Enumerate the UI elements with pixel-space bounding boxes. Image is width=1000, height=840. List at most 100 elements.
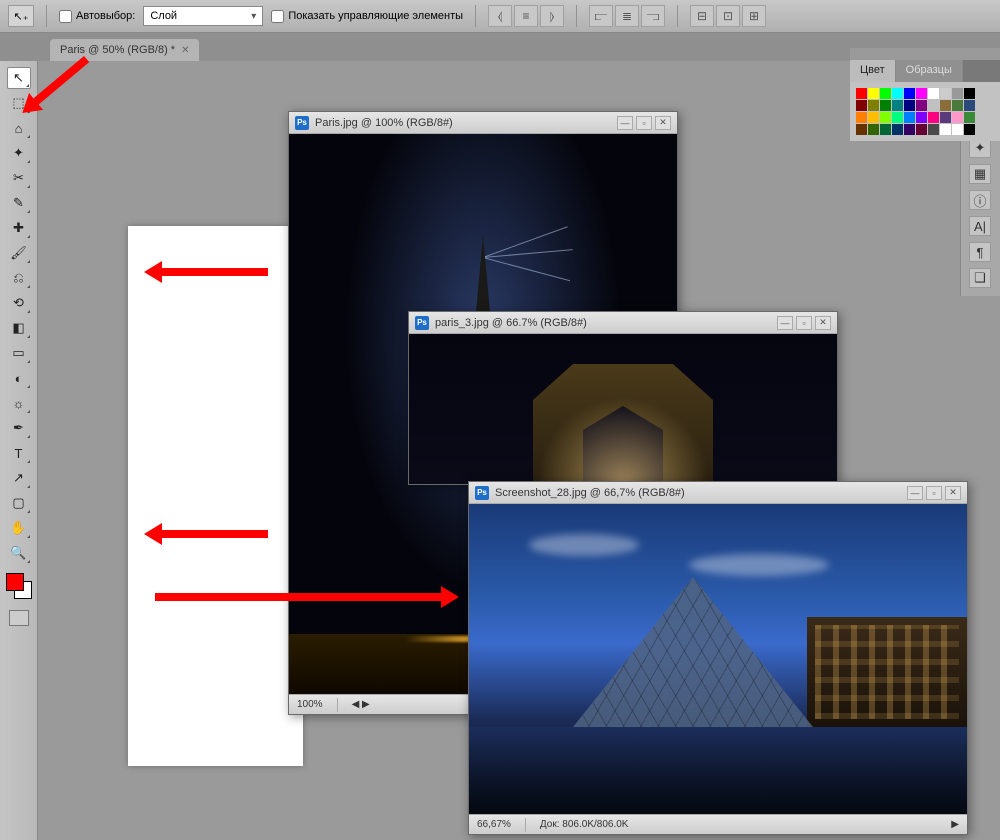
floating-window-paris3[interactable]: Ps paris_3.jpg @ 66.7% (RGB/8#) — ▫ ✕ xyxy=(408,311,838,485)
swatch[interactable] xyxy=(856,124,867,135)
swatch[interactable] xyxy=(868,112,879,123)
canvas-area[interactable]: Ps Paris.jpg @ 100% (RGB/8#) — ▫ ✕ xyxy=(38,61,1000,840)
swatch[interactable] xyxy=(904,112,915,123)
maximize-icon[interactable]: ▫ xyxy=(636,116,652,130)
distribute-v-icon[interactable]: ⊡ xyxy=(716,5,740,27)
swatch[interactable] xyxy=(904,100,915,111)
floating-window-screenshot28[interactable]: Ps Screenshot_28.jpg @ 66,7% (RGB/8#) — … xyxy=(468,481,968,835)
character-icon[interactable]: A| xyxy=(969,216,991,236)
layers-icon[interactable]: ❏ xyxy=(969,268,991,288)
swatch[interactable] xyxy=(940,100,951,111)
quick-mask-toggle[interactable] xyxy=(9,610,29,626)
swatch[interactable] xyxy=(892,100,903,111)
scroll-icon[interactable]: ▶ xyxy=(951,819,959,830)
swatch[interactable] xyxy=(916,112,927,123)
swatch[interactable] xyxy=(952,100,963,111)
minimize-icon[interactable]: — xyxy=(907,486,923,500)
align-vcenter-icon[interactable]: ≡ xyxy=(514,5,538,27)
swatch[interactable] xyxy=(916,88,927,99)
swatch[interactable] xyxy=(880,124,891,135)
align-bottom-icon[interactable]: ⦊ xyxy=(540,5,564,27)
align-left-icon[interactable]: ⫍ xyxy=(589,5,613,27)
swatch[interactable] xyxy=(940,112,951,123)
info-icon[interactable]: ⓘ xyxy=(969,190,991,210)
minimize-icon[interactable]: — xyxy=(777,316,793,330)
swatch[interactable] xyxy=(964,100,975,111)
swatch[interactable] xyxy=(964,124,975,135)
swatch[interactable] xyxy=(868,88,879,99)
zoom-level[interactable]: 66,67% xyxy=(477,819,511,830)
swatch[interactable] xyxy=(916,100,927,111)
show-controls-input[interactable] xyxy=(271,10,284,23)
swatch[interactable] xyxy=(856,100,867,111)
foreground-color-swatch[interactable] xyxy=(6,573,24,591)
swatch[interactable] xyxy=(952,124,963,135)
rectangle-tool[interactable]: ▢ xyxy=(7,492,31,514)
window-titlebar[interactable]: Ps paris_3.jpg @ 66.7% (RGB/8#) — ▫ ✕ xyxy=(409,312,837,334)
maximize-icon[interactable]: ▫ xyxy=(926,486,942,500)
blank-document[interactable] xyxy=(128,226,303,766)
swatch[interactable] xyxy=(904,124,915,135)
close-icon[interactable]: ✕ xyxy=(945,486,961,500)
swatch[interactable] xyxy=(868,124,879,135)
type-tool[interactable]: T xyxy=(7,442,31,464)
maximize-icon[interactable]: ▫ xyxy=(796,316,812,330)
swatch[interactable] xyxy=(856,88,867,99)
move-tool[interactable]: ↖ xyxy=(7,67,31,89)
distribute-h-icon[interactable]: ⊟ xyxy=(690,5,714,27)
swatch[interactable] xyxy=(940,124,951,135)
magic-wand-tool[interactable]: ✦ xyxy=(7,142,31,164)
swatch[interactable] xyxy=(856,112,867,123)
layer-dropdown[interactable]: Слой xyxy=(143,6,263,26)
tab-swatches[interactable]: Образцы xyxy=(896,60,963,82)
minimize-icon[interactable]: — xyxy=(617,116,633,130)
swatch[interactable] xyxy=(904,88,915,99)
fg-bg-color[interactable] xyxy=(6,573,32,599)
swatch[interactable] xyxy=(964,112,975,123)
auto-select-input[interactable] xyxy=(59,10,72,23)
swatch[interactable] xyxy=(892,124,903,135)
close-icon[interactable]: ✕ xyxy=(815,316,831,330)
swatch[interactable] xyxy=(916,124,927,135)
swatch[interactable] xyxy=(928,112,939,123)
eyedropper-tool[interactable]: ✎ xyxy=(7,192,31,214)
path-selection-tool[interactable]: ↗ xyxy=(7,467,31,489)
auto-align-icon[interactable]: ⊞ xyxy=(742,5,766,27)
zoom-level[interactable]: 100% xyxy=(297,699,323,710)
close-icon[interactable]: ✕ xyxy=(655,116,671,130)
auto-select-checkbox[interactable]: Автовыбор: xyxy=(59,10,135,23)
swatch[interactable] xyxy=(928,124,939,135)
clone-stamp-tool[interactable]: ⎌ xyxy=(7,267,31,289)
swatch[interactable] xyxy=(868,100,879,111)
document-tab[interactable]: Paris @ 50% (RGB/8) * ✕ xyxy=(50,39,199,61)
hand-tool[interactable]: ✋ xyxy=(7,517,31,539)
crop-tool[interactable]: ✂ xyxy=(7,167,31,189)
swatch[interactable] xyxy=(952,88,963,99)
blur-tool[interactable]: ◐ xyxy=(7,367,31,389)
swatch[interactable] xyxy=(952,112,963,123)
swatch[interactable] xyxy=(892,112,903,123)
adjustments-icon[interactable]: ▦ xyxy=(969,164,991,184)
healing-brush-tool[interactable]: ✚ xyxy=(7,217,31,239)
styles-icon[interactable]: ✦ xyxy=(969,138,991,158)
swatch[interactable] xyxy=(964,88,975,99)
pen-tool[interactable]: ✒ xyxy=(7,417,31,439)
swatch[interactable] xyxy=(880,100,891,111)
align-hcenter-icon[interactable]: ≣ xyxy=(615,5,639,27)
history-brush-tool[interactable]: ⟲ xyxy=(7,292,31,314)
swatch[interactable] xyxy=(928,100,939,111)
window-titlebar[interactable]: Ps Paris.jpg @ 100% (RGB/8#) — ▫ ✕ xyxy=(289,112,677,134)
gradient-tool[interactable]: ▭ xyxy=(7,342,31,364)
swatch[interactable] xyxy=(892,88,903,99)
swatch[interactable] xyxy=(880,112,891,123)
show-controls-checkbox[interactable]: Показать управляющие элементы xyxy=(271,10,463,23)
paragraph-icon[interactable]: ¶ xyxy=(969,242,991,262)
swatch[interactable] xyxy=(940,88,951,99)
align-right-icon[interactable]: ⫎ xyxy=(641,5,665,27)
brush-tool[interactable]: 🖌 xyxy=(7,242,31,264)
eraser-tool[interactable]: ◧ xyxy=(7,317,31,339)
scroll-icon[interactable]: ◀ ▶ xyxy=(352,699,370,710)
align-top-icon[interactable]: ⦉ xyxy=(488,5,512,27)
tab-color[interactable]: Цвет xyxy=(850,60,896,82)
zoom-tool[interactable]: 🔍 xyxy=(7,542,31,564)
